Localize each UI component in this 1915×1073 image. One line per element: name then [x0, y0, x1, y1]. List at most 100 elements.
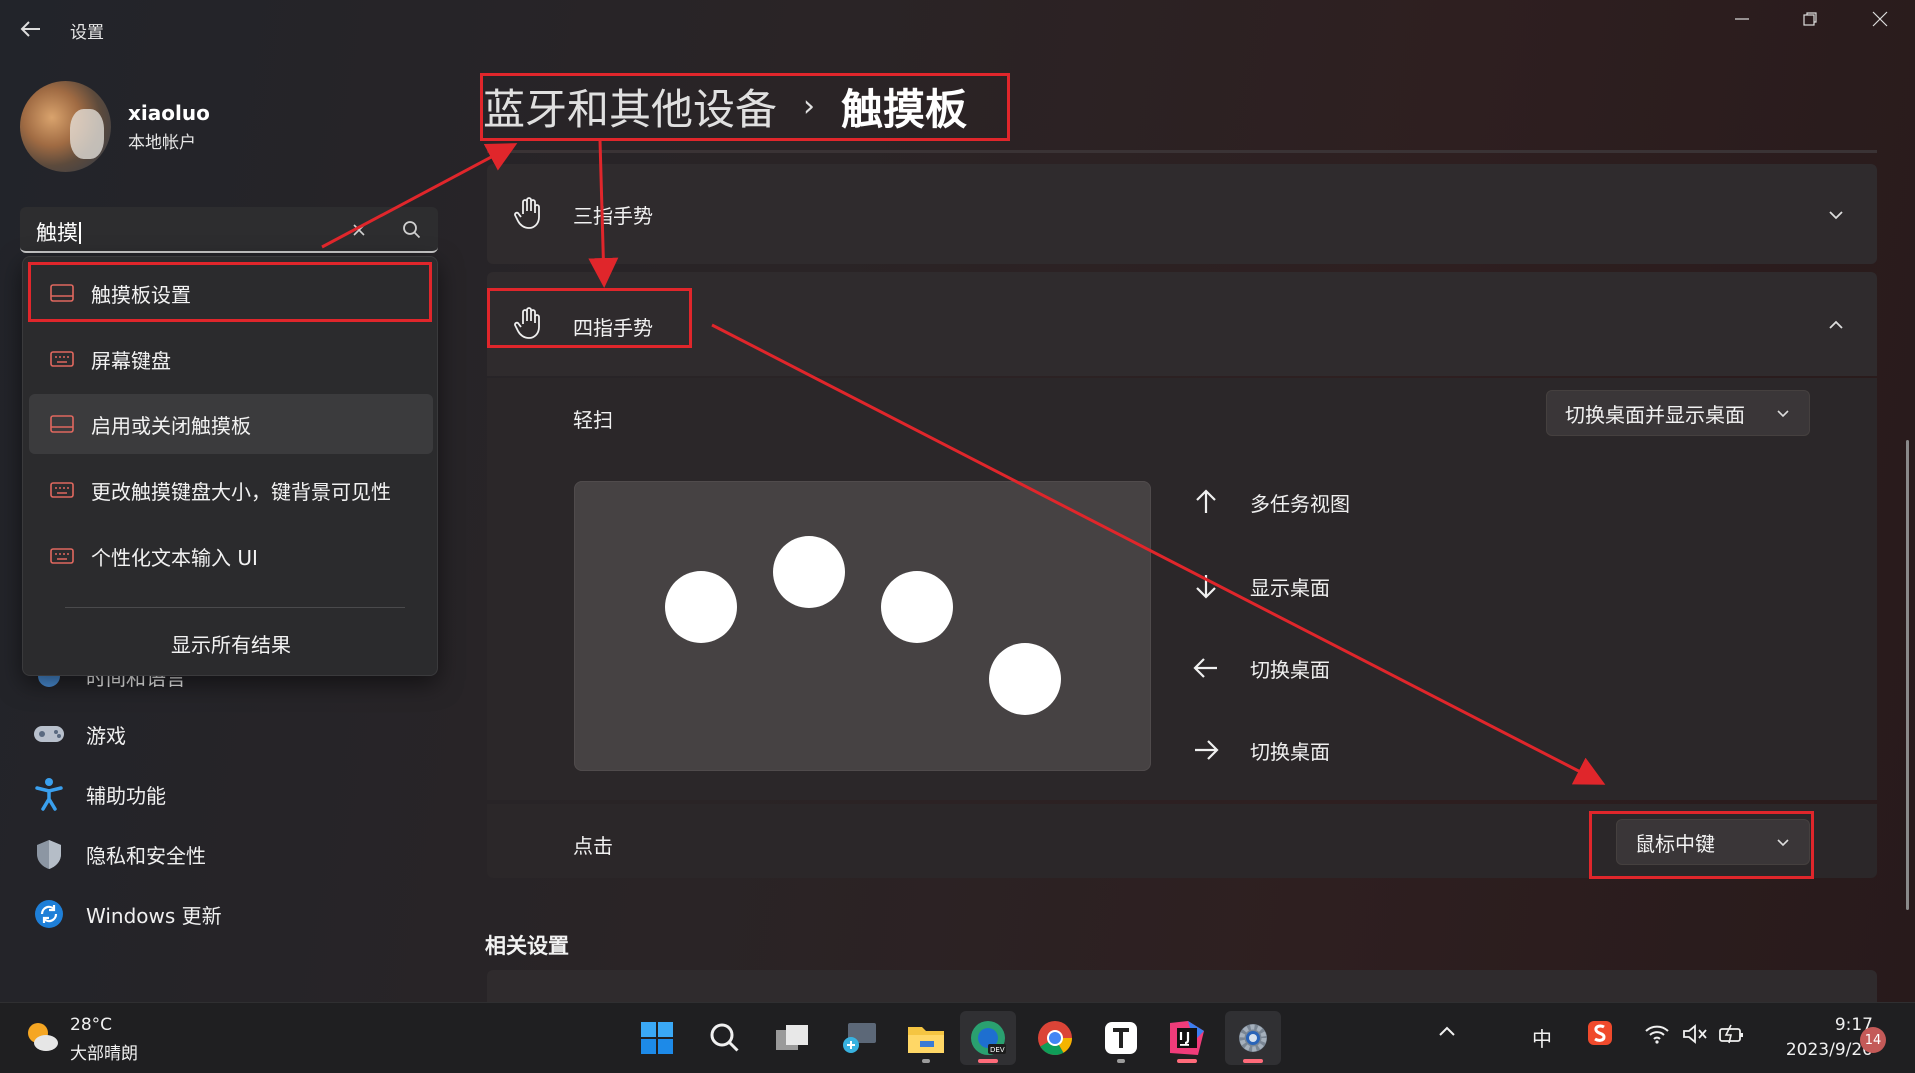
arrow-right-icon [1195, 740, 1219, 760]
finger-dot [989, 643, 1061, 715]
ime-indicator[interactable]: 中 [1532, 1023, 1552, 1052]
battery-charging-icon [1719, 1024, 1743, 1044]
show-all-results-link[interactable]: 显示所有结果 [23, 629, 439, 658]
battery-button[interactable] [1718, 1023, 1746, 1050]
text-caret [79, 222, 81, 244]
divider [65, 607, 405, 608]
edge-dev-icon: DEV [971, 1021, 1006, 1055]
task-view-button[interactable] [764, 1011, 820, 1065]
minimize-button[interactable] [1708, 2, 1776, 36]
search-result-on-screen-keyboard[interactable]: 屏幕键盘 [29, 329, 433, 389]
taskbar-app-file-explorer[interactable] [898, 1011, 954, 1065]
sidebar-item-windows-update[interactable]: Windows 更新 [20, 888, 440, 940]
gesture-right: 切换桌面 [1190, 734, 1330, 766]
keyboard-icon [50, 351, 74, 367]
start-button[interactable] [629, 1011, 685, 1065]
gamepad-icon [34, 726, 64, 742]
search-input[interactable]: 触摸 [20, 207, 438, 253]
touchpad-icon [50, 415, 74, 433]
search-result-toggle-touchpad[interactable]: 启用或关闭触摸板 [29, 394, 433, 454]
volume-mute-icon [1683, 1024, 1707, 1044]
avatar[interactable] [20, 81, 111, 172]
svg-text:DEV: DEV [990, 1046, 1005, 1054]
running-indicator [922, 1059, 930, 1063]
breadcrumb: 蓝牙和其他设备 › 触摸板 [483, 78, 967, 134]
breadcrumb-parent[interactable]: 蓝牙和其他设备 [483, 76, 777, 137]
search-result-touch-keyboard-size[interactable]: 更改触摸键盘大小，键背景可见性 [29, 460, 433, 520]
page-title: 触摸板 [841, 84, 968, 134]
arrow-down-icon [1196, 575, 1216, 599]
taskbar-app-typora[interactable] [1093, 1011, 1149, 1065]
keyboard-icon [50, 482, 74, 498]
related-settings-heading: 相关设置 [485, 934, 569, 958]
search-results-dropdown: 触摸板设置 屏幕键盘 启用或关闭触摸板 更改触摸键盘大小，键背景可见性 个性化文… [22, 256, 438, 676]
arrow-left-icon [1193, 658, 1217, 678]
header-divider [487, 150, 1877, 153]
chevron-down-icon [1777, 410, 1789, 418]
taskbar-app-edge-dev[interactable]: DEV [960, 1011, 1016, 1065]
related-settings-card[interactable] [487, 970, 1877, 1002]
restore-button[interactable] [1776, 2, 1844, 36]
weather-temp: 28°C [70, 1015, 113, 1035]
restore-icon [1803, 12, 1817, 26]
sidebar-item-accessibility[interactable]: 辅助功能 [20, 768, 440, 820]
search-value: 触摸 [36, 221, 78, 245]
chevron-up-icon [1829, 320, 1843, 329]
taskbar-search-button[interactable] [697, 1011, 753, 1065]
search-result-touchpad-settings[interactable]: 触摸板设置 [29, 263, 433, 323]
hand-icon [514, 307, 540, 339]
four-finger-illustration [574, 481, 1151, 771]
weather-icon[interactable] [24, 1019, 60, 1055]
running-indicator [1117, 1059, 1125, 1063]
sogou-icon [1588, 1021, 1612, 1045]
taskbar-app-settings[interactable] [1225, 1011, 1281, 1065]
notification-badge[interactable]: 14 [1860, 1027, 1886, 1053]
tap-action-select[interactable]: 鼠标中键 [1616, 819, 1810, 865]
chevron-up-icon [1439, 1026, 1455, 1036]
minimize-icon [1735, 18, 1749, 20]
sidebar-item-privacy[interactable]: 隐私和安全性 [20, 828, 440, 880]
scrollbar[interactable] [1906, 440, 1909, 910]
close-button[interactable] [1846, 2, 1914, 36]
update-icon [35, 900, 63, 928]
taskbar-app-chrome[interactable] [1027, 1011, 1083, 1065]
gear-icon [1239, 1024, 1267, 1052]
taskbar-app-intellij[interactable] [1159, 1011, 1215, 1065]
back-button[interactable] [16, 14, 46, 44]
four-finger-label: 四指手势 [573, 316, 653, 340]
chevron-down-icon [1777, 839, 1789, 847]
wifi-button[interactable] [1644, 1023, 1670, 1050]
four-finger-gestures-header[interactable]: 四指手势 [487, 272, 1877, 376]
sidebar-item-gaming[interactable]: 游戏 [20, 708, 440, 760]
chrome-icon [1038, 1021, 1072, 1055]
account-type: 本地帐户 [128, 133, 196, 153]
swipe-action-select[interactable]: 切换桌面并显示桌面 [1546, 390, 1810, 436]
finger-dot [665, 571, 737, 643]
show-hidden-icons-button[interactable] [1436, 1021, 1458, 1048]
search-button[interactable] [400, 218, 424, 242]
running-indicator [978, 1059, 998, 1063]
search-result-text-input-ui[interactable]: 个性化文本输入 UI [29, 526, 433, 586]
weather-desc: 大部晴朗 [70, 1044, 138, 1064]
arrow-up-icon [1196, 489, 1216, 513]
typora-icon [1105, 1022, 1137, 1054]
user-name: xiaoluo [128, 101, 210, 125]
taskbar-app-remote[interactable] [831, 1011, 887, 1065]
shield-icon [37, 840, 61, 869]
clock-date[interactable]: 2023/9/20 [1763, 1040, 1873, 1060]
gesture-left: 切换桌面 [1190, 652, 1330, 684]
clock-time[interactable]: 9:17 [1783, 1015, 1873, 1035]
running-indicator [1243, 1059, 1263, 1063]
search-icon [710, 1023, 739, 1052]
clear-search-button[interactable] [346, 217, 372, 243]
tap-label: 点击 [573, 834, 613, 858]
finger-dot [881, 571, 953, 643]
three-finger-gestures-card[interactable]: 三指手势 [487, 164, 1877, 264]
chevron-down-icon [1829, 211, 1843, 220]
finger-dot [773, 536, 845, 608]
close-icon [1872, 11, 1888, 27]
intellij-icon [1170, 1021, 1204, 1055]
volume-button[interactable] [1682, 1023, 1708, 1050]
sogou-ime-button[interactable] [1586, 1019, 1614, 1052]
task-view-icon [776, 1025, 808, 1050]
